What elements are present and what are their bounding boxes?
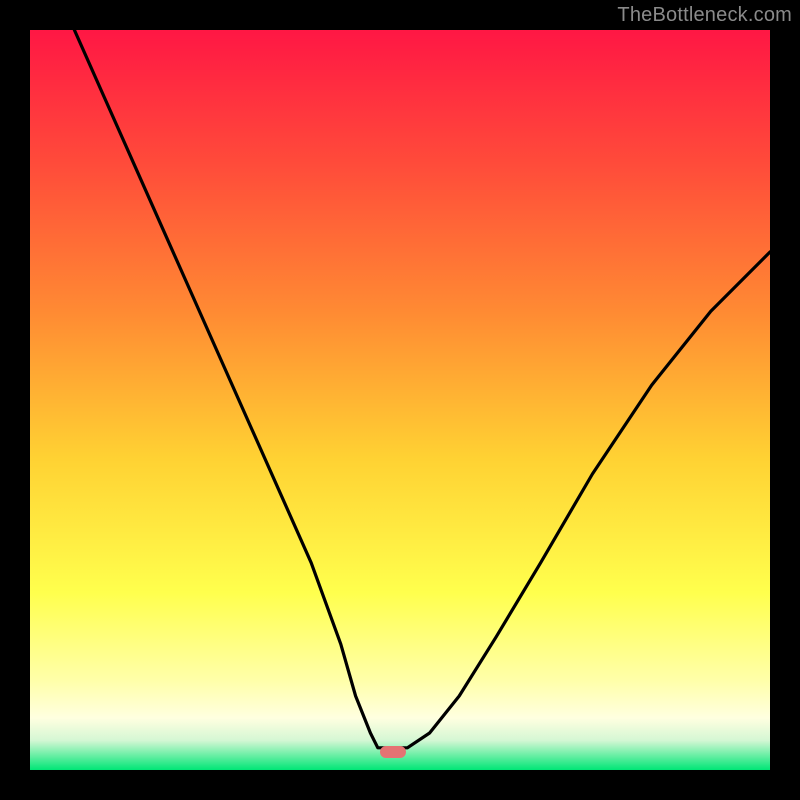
bottleneck-curve <box>30 30 770 770</box>
chart-frame: TheBottleneck.com <box>0 0 800 800</box>
optimal-point-marker <box>380 746 406 758</box>
plot-area <box>30 30 770 770</box>
watermark-label: TheBottleneck.com <box>617 4 792 27</box>
